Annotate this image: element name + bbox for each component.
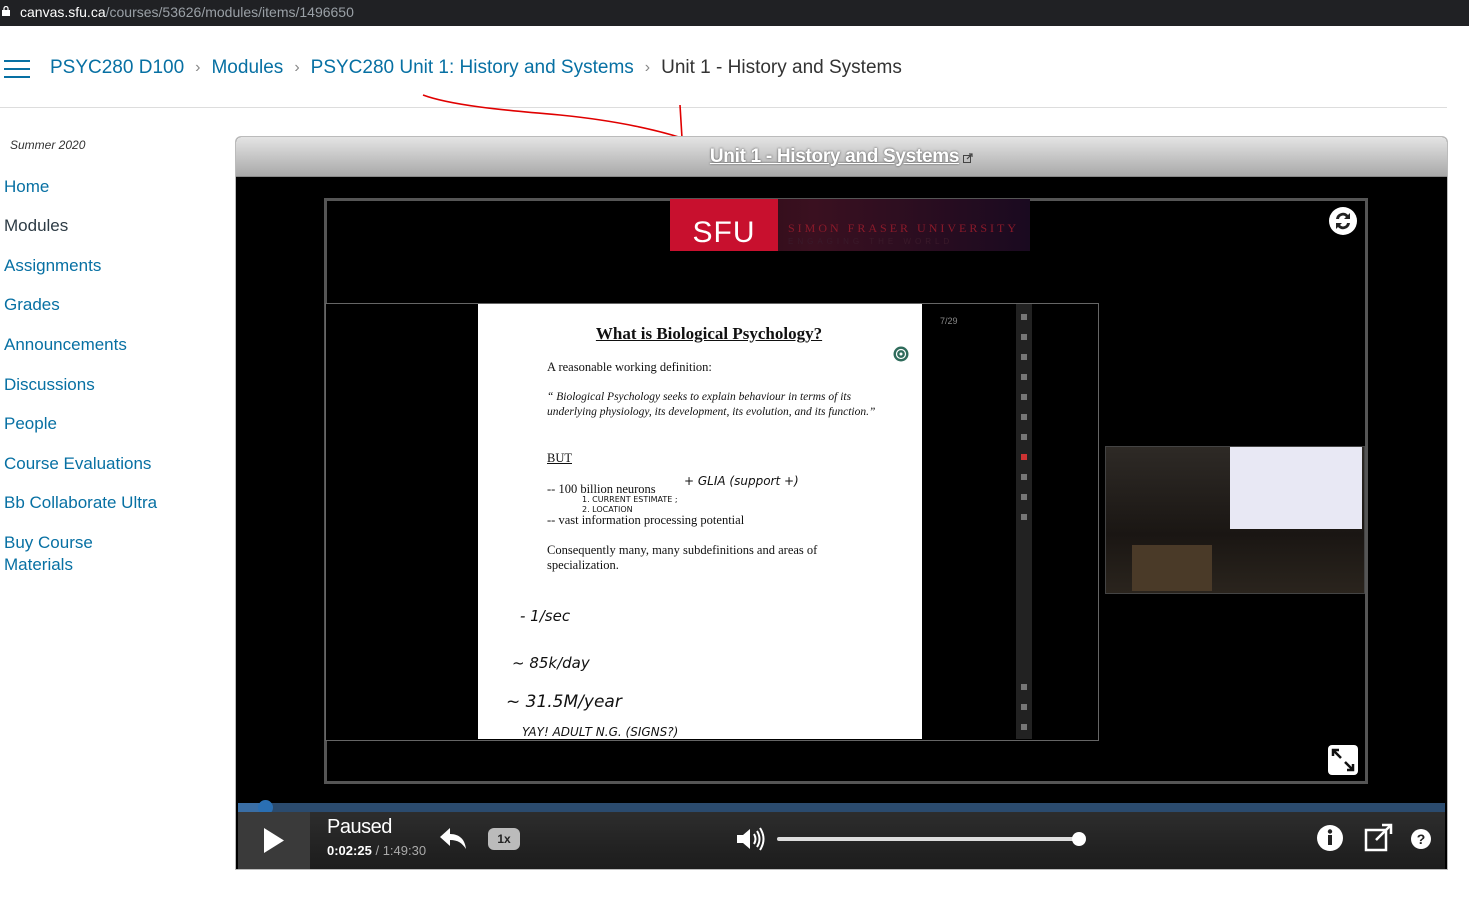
frame-title-link[interactable]: Unit 1 - History and Systems xyxy=(710,146,960,167)
chevron-right-icon: › xyxy=(195,59,201,76)
svg-text:?: ? xyxy=(1417,831,1426,847)
camera-feed xyxy=(1105,446,1365,594)
handwritten-bottom: YAY! ADULT N.G. (SIGNS?) xyxy=(522,725,679,739)
slide-title: What is Biological Psychology? xyxy=(595,324,823,343)
slide-bullet-2: -- vast information processing potential xyxy=(547,513,745,527)
handwritten-rate-3: ~ 31.5M/year xyxy=(506,692,622,712)
expand-icon[interactable] xyxy=(1327,744,1359,776)
info-icon[interactable] xyxy=(1316,824,1344,852)
nav-materials[interactable]: Materials xyxy=(4,554,73,576)
breadcrumb-course[interactable]: PSYC280 D100 xyxy=(50,57,184,79)
rewind-icon[interactable] xyxy=(438,824,468,852)
term-label: Summer 2020 xyxy=(10,138,86,152)
current-time: 0:02:25 xyxy=(327,843,372,858)
play-icon xyxy=(264,828,284,853)
volume-icon[interactable] xyxy=(734,824,766,854)
url-text[interactable]: canvas.sfu.ca/courses/53626/modules/item… xyxy=(20,0,354,24)
handwritten-note-1: 1. CURRENT ESTIMATE ; xyxy=(582,495,678,504)
slide-quote-line2: underlying physiology, its development, … xyxy=(547,406,876,418)
breadcrumb-unit[interactable]: PSYC280 Unit 1: History and Systems xyxy=(311,57,634,79)
playback-status: Paused xyxy=(327,816,392,838)
lectern xyxy=(1132,545,1212,591)
handwritten-rate-1: - 1/sec xyxy=(520,607,571,625)
sfu-name: SIMON FRASER UNIVERSITY xyxy=(788,221,1020,235)
nav-announcements[interactable]: Announcements xyxy=(4,334,127,356)
nav-buy-course[interactable]: Buy Course xyxy=(4,532,93,554)
screen-capture: What is Biological Psychology? A reasona… xyxy=(325,303,1099,741)
slide-counter: 7/29 xyxy=(940,316,958,326)
breadcrumb: PSYC280 D100 › Modules › PSYC280 Unit 1:… xyxy=(50,57,902,79)
slide-conclusion-line2: specialization. xyxy=(547,558,619,572)
video-player[interactable]: SFU SIMON FRASER UNIVERSITY ENGAGING THE… xyxy=(238,177,1445,815)
progress-bar[interactable] xyxy=(238,800,1445,815)
help-icon[interactable]: ? xyxy=(1410,828,1432,850)
slide-conclusion-line1: Consequently many, many subdefinitions a… xyxy=(547,543,818,557)
sfu-banner: SFU SIMON FRASER UNIVERSITY ENGAGING THE… xyxy=(670,199,1030,251)
lecture-slide: What is Biological Psychology? A reasona… xyxy=(478,304,922,739)
total-time: 1:49:30 xyxy=(382,843,427,858)
play-button[interactable] xyxy=(238,812,310,869)
popout-icon[interactable] xyxy=(1364,822,1394,852)
lock-icon xyxy=(2,6,10,16)
projector-screen xyxy=(1230,447,1362,529)
header-divider xyxy=(0,107,1447,108)
sfu-logo: SFU xyxy=(670,199,778,251)
volume-slider[interactable] xyxy=(777,832,1086,846)
slide-but: BUT xyxy=(547,451,572,465)
switch-layout-icon[interactable] xyxy=(1327,205,1359,237)
nav-modules[interactable]: Modules xyxy=(4,215,68,237)
slide-intro: A reasonable working definition: xyxy=(547,360,712,374)
nav-bb-collaborate[interactable]: Bb Collaborate Ultra xyxy=(4,492,157,514)
nav-course-evaluations[interactable]: Course Evaluations xyxy=(4,453,151,475)
nav-discussions[interactable]: Discussions xyxy=(4,374,95,396)
video-viewport: SFU SIMON FRASER UNIVERSITY ENGAGING THE… xyxy=(324,198,1368,784)
volume-handle[interactable] xyxy=(1072,832,1086,846)
nav-people[interactable]: People xyxy=(4,413,57,435)
sfu-tagline: ENGAGING THE WORLD xyxy=(788,237,954,246)
annotation-toolbar xyxy=(1016,304,1032,739)
breadcrumb-current: Unit 1 - History and Systems xyxy=(661,57,902,78)
handwritten-note-2: 2. LOCATION xyxy=(582,505,633,514)
chevron-right-icon: › xyxy=(294,59,300,76)
chevron-right-icon: › xyxy=(644,59,651,76)
handwritten-glia: + GLIA (support +) xyxy=(684,474,799,488)
slide-quote-line1: “ Biological Psychology seeks to explain… xyxy=(547,391,852,403)
video-frame: Unit 1 - History and Systems SFU SIMON F… xyxy=(235,136,1448,870)
breadcrumb-modules[interactable]: Modules xyxy=(211,57,283,79)
nav-home[interactable]: Home xyxy=(4,176,49,198)
nav-grades[interactable]: Grades xyxy=(4,294,60,316)
frame-title-bar: Unit 1 - History and Systems xyxy=(236,137,1447,177)
time-separator: / xyxy=(375,843,380,858)
menu-hamburger-icon[interactable] xyxy=(4,60,30,80)
target-icon xyxy=(893,346,909,362)
browser-url-bar[interactable]: canvas.sfu.ca/courses/53626/modules/item… xyxy=(0,0,1469,26)
nav-assignments[interactable]: Assignments xyxy=(4,255,101,277)
external-link-icon[interactable] xyxy=(963,153,973,163)
player-controls: Paused 0:02:25 / 1:49:30 1x ? xyxy=(238,812,1445,869)
speed-button[interactable]: 1x xyxy=(488,828,520,850)
time-display: 0:02:25 / 1:49:30 xyxy=(327,843,426,858)
handwritten-rate-2: ~ 85k/day xyxy=(512,654,590,672)
